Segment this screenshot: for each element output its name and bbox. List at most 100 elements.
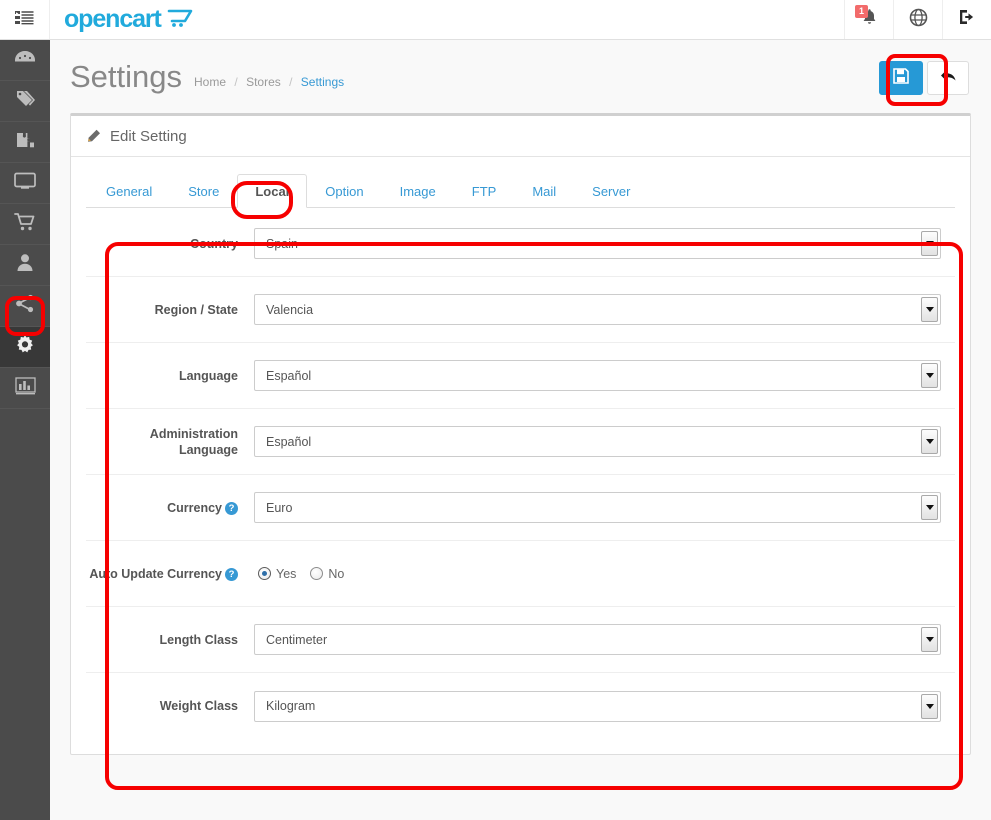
label-text: Weight Class	[159, 699, 238, 713]
page-actions	[879, 57, 971, 95]
length-class-select[interactable]: Centimeter	[254, 624, 941, 655]
back-button[interactable]	[927, 61, 969, 95]
administration-language-select[interactable]: Español	[254, 426, 941, 457]
sidebar-item-extensions[interactable]	[0, 122, 50, 163]
logout-button[interactable]	[942, 0, 991, 39]
label-text: Language	[178, 368, 238, 383]
tab-label: Local	[255, 184, 290, 199]
tab-label: General	[106, 184, 153, 199]
menu-toggle-button[interactable]	[0, 0, 50, 39]
region-state-select-value: Valencia	[266, 302, 314, 317]
tab-label: Mail	[532, 184, 557, 199]
sidebar-item-dashboard[interactable]	[0, 40, 50, 81]
field-length-class: Centimeter	[254, 624, 953, 655]
card-body: General Store Local Option Image FTP Mai…	[71, 157, 970, 754]
radio-auto-update-currency-yes[interactable]: Yes	[258, 567, 296, 581]
language-select[interactable]: Español	[254, 360, 941, 391]
help-icon[interactable]: ?	[225, 567, 238, 581]
currency-select[interactable]: Euro	[254, 492, 941, 523]
list-menu-icon	[15, 10, 34, 30]
sidebar-item-sales[interactable]	[0, 204, 50, 245]
notifications-button[interactable]: 1	[844, 0, 893, 39]
form-row-country: Country Spain	[86, 211, 955, 277]
field-currency: Euro	[254, 492, 953, 523]
logo[interactable]: opencart	[50, 0, 844, 39]
chevron-down-icon[interactable]	[921, 297, 938, 322]
chevron-down-icon[interactable]	[921, 495, 938, 520]
chevron-down-icon[interactable]	[921, 429, 938, 454]
label-text: Auto Update Currency	[89, 566, 222, 581]
logo-text: opencart	[64, 5, 162, 33]
sidebar-item-system[interactable]	[0, 327, 50, 368]
breadcrumb-stores[interactable]: Stores	[246, 75, 281, 89]
form-row-region-state: Region / State Valencia	[86, 277, 955, 343]
sidebar	[0, 40, 50, 820]
radio-label-yes: Yes	[276, 566, 297, 581]
card-heading: Edit Setting	[71, 116, 970, 157]
chevron-down-icon[interactable]	[921, 363, 938, 388]
radio-button-no[interactable]	[310, 567, 324, 580]
tab-option[interactable]: Option	[307, 174, 381, 208]
tab-label: Store	[188, 184, 220, 199]
form-row-weight-class: Weight Class Kilogram	[86, 673, 955, 739]
weight-class-select[interactable]: Kilogram	[254, 690, 941, 722]
label-text: Region / State	[154, 302, 238, 317]
radio-auto-update-currency-no[interactable]: No	[310, 567, 344, 581]
save-button[interactable]	[879, 61, 923, 95]
radio-button-yes[interactable]	[258, 567, 271, 580]
label-text: Currency	[167, 500, 222, 515]
region-state-select[interactable]: Valencia	[254, 294, 941, 325]
back-arrow-icon	[940, 68, 957, 88]
label-auto-update-currency: Auto Update Currency?	[88, 566, 254, 582]
form-row-currency: Currency? Euro	[86, 475, 955, 541]
sidebar-item-catalog[interactable]	[0, 81, 50, 122]
globe-icon	[909, 8, 928, 32]
country-select[interactable]: Spain	[254, 228, 941, 259]
sidebar-item-design[interactable]	[0, 163, 50, 204]
field-weight-class: Kilogram	[254, 690, 953, 722]
tab-ftp[interactable]: FTP	[454, 174, 515, 208]
sidebar-item-reports[interactable]	[0, 368, 50, 409]
chevron-down-icon[interactable]	[921, 693, 938, 719]
card-heading-text: Edit Setting	[110, 128, 187, 145]
sidebar-item-customers[interactable]	[0, 245, 50, 286]
label-currency: Currency?	[88, 500, 254, 516]
notification-badge: 1	[855, 5, 869, 18]
auto-update-currency-radio-group: Yes No	[254, 567, 941, 581]
breadcrumb-separator: /	[289, 75, 293, 89]
tab-image[interactable]: Image	[382, 174, 454, 208]
tab-server[interactable]: Server	[574, 174, 648, 208]
label-weight-class: Weight Class	[88, 698, 254, 714]
currency-select-value: Euro	[266, 500, 293, 515]
form-row-auto-update-currency: Auto Update Currency? Yes No	[86, 541, 955, 607]
share-icon	[15, 294, 35, 318]
tab-mail[interactable]: Mail	[514, 174, 574, 208]
label-region-state: Region / State	[88, 302, 254, 318]
local-settings-form: Country Spain Region / State Valencia La…	[86, 208, 955, 739]
tab-local[interactable]: Local	[237, 174, 308, 208]
store-front-button[interactable]	[893, 0, 942, 39]
chevron-down-icon[interactable]	[921, 231, 938, 256]
breadcrumb-current[interactable]: Settings	[301, 75, 344, 89]
tab-label: Image	[399, 184, 436, 199]
field-region-state: Valencia	[254, 294, 953, 325]
page-title: Settings	[70, 58, 183, 94]
length-class-select-value: Centimeter	[266, 632, 328, 647]
help-icon[interactable]: ?	[225, 501, 238, 515]
form-row-language: Language Español	[86, 343, 955, 409]
tab-general[interactable]: General	[88, 174, 170, 208]
breadcrumb-home[interactable]: Home	[194, 75, 226, 89]
label-language: Language	[88, 368, 254, 384]
form-row-length-class: Length Class Centimeter	[86, 607, 955, 673]
tab-label: Server	[592, 184, 631, 199]
user-icon	[16, 253, 34, 277]
monitor-icon	[14, 172, 36, 195]
sidebar-item-marketing[interactable]	[0, 286, 50, 327]
field-language: Español	[254, 360, 953, 391]
tab-store[interactable]: Store	[170, 174, 237, 208]
top-header: opencart 1	[0, 0, 991, 40]
tab-label: FTP	[471, 184, 497, 199]
field-country: Spain	[254, 228, 953, 259]
chart-icon	[14, 376, 36, 400]
chevron-down-icon[interactable]	[921, 627, 938, 652]
